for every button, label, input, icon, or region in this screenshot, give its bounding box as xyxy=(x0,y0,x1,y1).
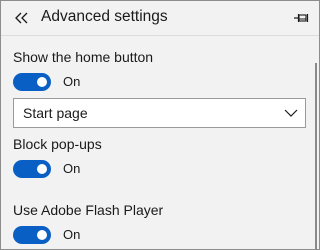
toggle-knob xyxy=(37,230,47,240)
select-value: Start page xyxy=(23,105,88,121)
toggle-knob xyxy=(37,164,47,174)
toggle-knob xyxy=(37,77,47,87)
pin-icon xyxy=(294,14,309,22)
block-popups-toggle-state: On xyxy=(63,161,81,176)
pin-button[interactable] xyxy=(293,10,309,26)
header-divider xyxy=(1,35,319,36)
advanced-settings-panel: Advanced settings Show the home button O… xyxy=(0,0,320,250)
double-chevron-left-icon xyxy=(15,12,28,24)
page-title: Advanced settings xyxy=(41,8,168,25)
flash-player-toggle[interactable] xyxy=(13,226,51,244)
home-button-toggle-state: On xyxy=(63,74,81,89)
chevron-down-icon xyxy=(284,109,298,117)
back-button[interactable] xyxy=(13,8,31,28)
block-popups-toggle[interactable] xyxy=(13,160,51,178)
home-button-setting-label: Show the home button xyxy=(13,49,154,65)
flash-player-toggle-state: On xyxy=(63,227,81,242)
home-page-select[interactable]: Start page xyxy=(13,98,306,128)
panel-header: Advanced settings xyxy=(1,1,319,35)
scrollbar[interactable] xyxy=(315,63,317,249)
home-button-toggle[interactable] xyxy=(13,73,51,91)
flash-player-setting-label: Use Adobe Flash Player xyxy=(13,202,164,218)
block-popups-setting-label: Block pop-ups xyxy=(13,136,102,152)
